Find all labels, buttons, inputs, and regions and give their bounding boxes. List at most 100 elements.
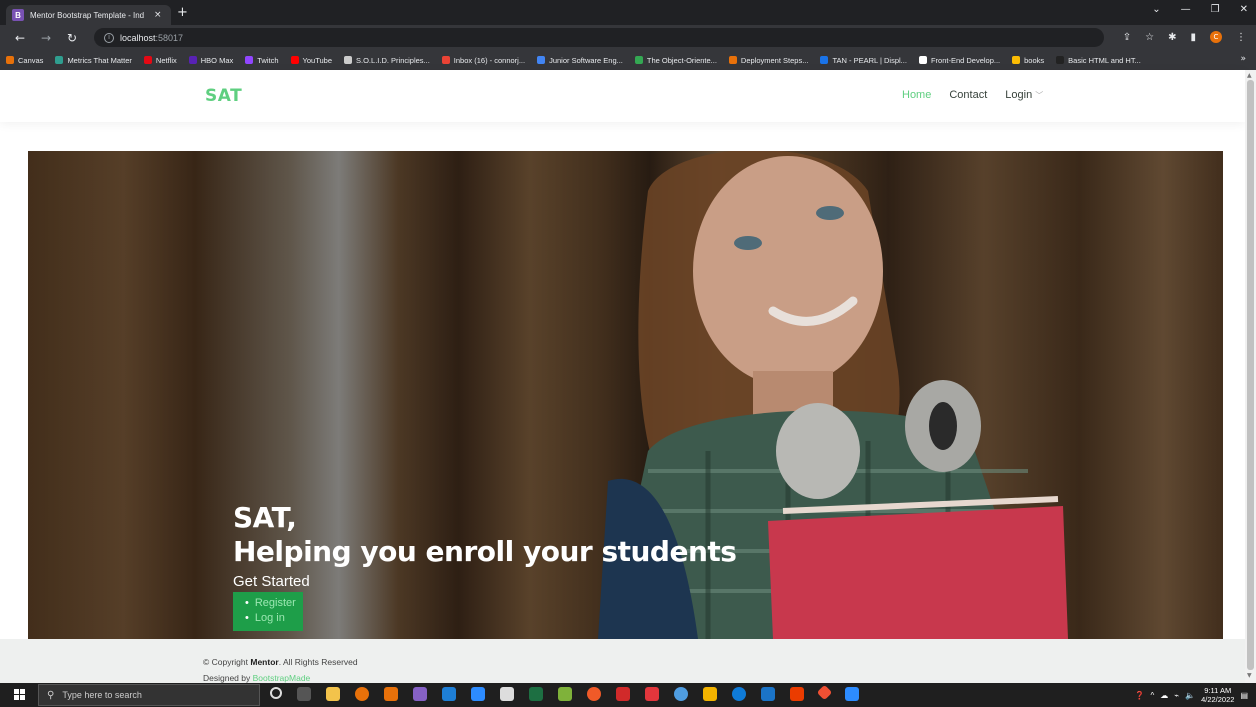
more-menu-icon[interactable]: ⋮ bbox=[1236, 32, 1246, 43]
bookmark-item[interactable]: Basic HTML and HT... bbox=[1056, 56, 1141, 65]
onedrive-icon[interactable]: ☁ bbox=[1160, 691, 1168, 700]
taskbar-search-box[interactable]: ⚲ Type here to search bbox=[38, 684, 260, 706]
app-icon-14[interactable] bbox=[645, 687, 659, 701]
zoom-icon[interactable] bbox=[471, 687, 485, 701]
windows-start-icon[interactable] bbox=[14, 689, 26, 701]
bookmark-label: books bbox=[1024, 55, 1045, 65]
bookmark-item[interactable]: HBO Max bbox=[188, 56, 233, 65]
notion-icon[interactable] bbox=[500, 687, 514, 701]
bookmark-label: Deployment Steps... bbox=[740, 55, 809, 65]
back-arrow-icon[interactable]: ← bbox=[14, 31, 26, 45]
window-controls: ⌄ — ❐ ✕ bbox=[1152, 4, 1248, 15]
close-window-button[interactable]: ✕ bbox=[1240, 4, 1248, 15]
help-icon[interactable]: ❓ bbox=[1135, 691, 1145, 700]
network-icon[interactable]: ⌁ bbox=[1174, 691, 1179, 700]
page-scrollbar[interactable]: ▲ ▼ bbox=[1245, 70, 1256, 683]
bookmark-star-icon[interactable]: ☆ bbox=[1145, 32, 1154, 43]
browser-tab-strip: B Mentor Bootstrap Template - Ind × + ⌄ … bbox=[0, 0, 1256, 25]
tab-search-icon[interactable]: ⌄ bbox=[1152, 4, 1160, 15]
login-link[interactable]: Log in bbox=[245, 611, 303, 626]
bookmark-item[interactable]: TAN - PEARL | Displ... bbox=[820, 55, 907, 65]
bookmark-favicon-icon bbox=[634, 56, 643, 64]
bookmark-favicon-icon bbox=[820, 56, 829, 64]
notifications-icon[interactable]: ▤ bbox=[1240, 691, 1248, 700]
bookmark-label: S.O.L.I.D. Principles... bbox=[356, 55, 430, 65]
scroll-down-icon[interactable]: ▼ bbox=[1247, 672, 1252, 679]
postman-icon[interactable] bbox=[587, 687, 601, 701]
bookmark-favicon-icon bbox=[1012, 56, 1021, 64]
bookmark-label: Canvas bbox=[18, 55, 44, 65]
clock-time: 9:11 AM bbox=[1204, 686, 1232, 695]
office-icon[interactable] bbox=[790, 687, 804, 701]
windows-taskbar: ⚲ Type here to search ❓ ^ ☁ ⌁ 🔈 9:11 AM … bbox=[0, 683, 1256, 707]
filezilla-icon[interactable] bbox=[616, 687, 630, 701]
bookmark-favicon-icon bbox=[6, 56, 14, 64]
bootstrap-favicon-icon: B bbox=[12, 9, 24, 21]
address-bar[interactable]: i localhost:58017 bbox=[94, 28, 1104, 47]
sticky-notes-icon[interactable] bbox=[703, 687, 717, 701]
bookmark-label: Basic HTML and HT... bbox=[1068, 55, 1141, 65]
bookmark-item[interactable]: Inbox (16) - connorj... bbox=[441, 56, 525, 65]
visual-studio-icon[interactable] bbox=[413, 687, 427, 701]
url-port: :58017 bbox=[155, 32, 184, 43]
taskbar-app-icons bbox=[270, 684, 859, 701]
file-explorer-icon[interactable] bbox=[326, 687, 340, 701]
nav-home[interactable]: Home bbox=[902, 89, 931, 101]
edge-icon[interactable] bbox=[732, 687, 746, 701]
site-logo[interactable]: SAT bbox=[205, 86, 242, 106]
bookmark-item[interactable]: Metrics That Matter bbox=[55, 56, 132, 65]
chrome-alt-icon[interactable] bbox=[384, 687, 398, 701]
bookmark-item[interactable]: S.O.L.I.D. Principles... bbox=[344, 56, 430, 65]
tab-close-icon[interactable]: × bbox=[154, 10, 162, 20]
clock-date: 4/22/2022 bbox=[1201, 695, 1235, 704]
taskbar-clock[interactable]: 9:11 AM 4/22/2022 bbox=[1201, 686, 1234, 704]
share-icon[interactable]: ⇪ bbox=[1123, 32, 1131, 43]
bookmark-label: Twitch bbox=[257, 55, 279, 65]
bookmark-item[interactable]: Front-End Develop... bbox=[918, 56, 1000, 65]
nav-login[interactable]: Login ﹀ bbox=[1005, 89, 1043, 101]
register-link[interactable]: Register bbox=[245, 596, 303, 611]
bookmark-favicon-icon bbox=[728, 56, 737, 64]
forward-arrow-icon[interactable]: → bbox=[40, 31, 52, 45]
bookmark-item[interactable]: Twitch bbox=[245, 55, 279, 65]
git-icon[interactable] bbox=[816, 684, 833, 701]
bookmark-item[interactable]: Netflix bbox=[143, 56, 177, 65]
bookmark-item[interactable]: The Object-Oriente... bbox=[634, 56, 717, 65]
nav-contact[interactable]: Contact bbox=[949, 89, 987, 101]
task-view-icon[interactable] bbox=[297, 687, 311, 701]
bookmark-item[interactable]: Junior Software Eng... bbox=[537, 56, 623, 65]
bookmark-favicon-icon bbox=[441, 56, 450, 64]
vscode-icon[interactable] bbox=[442, 687, 456, 701]
bookmark-favicon-icon bbox=[143, 56, 152, 64]
hero-content: SAT, Helping you enroll your students Ge… bbox=[233, 501, 737, 631]
browser-tab[interactable]: B Mentor Bootstrap Template - Ind × bbox=[6, 5, 171, 25]
bookmarks-overflow-icon[interactable]: » bbox=[1240, 54, 1246, 64]
bookmark-label: Junior Software Eng... bbox=[549, 55, 623, 65]
app-icon-21[interactable] bbox=[845, 687, 859, 701]
restore-button[interactable]: ❐ bbox=[1211, 4, 1220, 15]
tray-chevron-up-icon[interactable]: ^ bbox=[1151, 691, 1155, 700]
app-icon-11[interactable] bbox=[558, 687, 572, 701]
bookmark-item[interactable]: books bbox=[1012, 56, 1044, 65]
profile-avatar[interactable]: C bbox=[1210, 31, 1222, 43]
cortana-icon[interactable] bbox=[270, 687, 282, 699]
bookmark-item[interactable]: YouTube bbox=[290, 56, 332, 65]
volume-icon[interactable]: 🔈 bbox=[1185, 691, 1195, 700]
side-panel-icon[interactable]: ▮ bbox=[1190, 32, 1196, 43]
reload-icon[interactable]: ↻ bbox=[66, 31, 78, 45]
site-info-icon[interactable]: i bbox=[104, 32, 114, 43]
main-nav: Home Contact Login ﹀ bbox=[902, 89, 1043, 101]
app-icon-15[interactable] bbox=[674, 687, 688, 701]
bookmark-item[interactable]: Deployment Steps... bbox=[728, 55, 809, 65]
minimize-button[interactable]: — bbox=[1181, 4, 1191, 15]
scrollbar-thumb[interactable] bbox=[1247, 80, 1254, 670]
bookmark-label: TAN - PEARL | Displ... bbox=[832, 55, 907, 65]
excel-icon[interactable] bbox=[529, 687, 543, 701]
chrome-icon[interactable] bbox=[355, 687, 369, 701]
scroll-up-icon[interactable]: ▲ bbox=[1247, 72, 1252, 79]
extensions-puzzle-icon[interactable]: ✱ bbox=[1168, 32, 1176, 43]
new-tab-button[interactable]: + bbox=[177, 5, 188, 20]
bookmark-item[interactable]: Canvas bbox=[6, 56, 43, 65]
outlook-icon[interactable] bbox=[761, 687, 775, 701]
designer-link[interactable]: BootstrapMade bbox=[253, 673, 311, 683]
